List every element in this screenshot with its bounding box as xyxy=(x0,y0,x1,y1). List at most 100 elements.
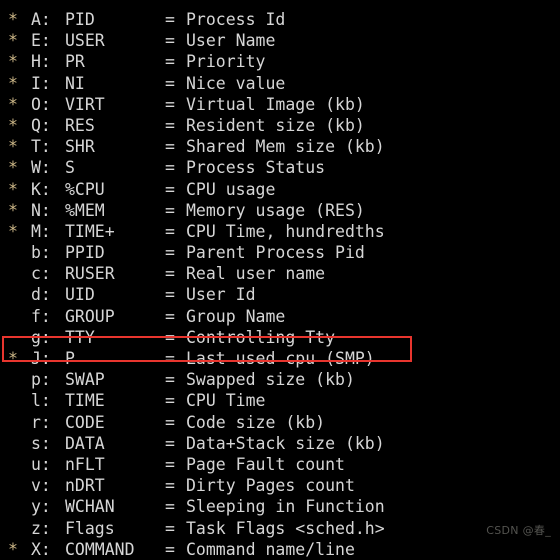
field-row[interactable]: z: Flags = Task Flags <sched.h> xyxy=(0,518,560,539)
field-name: P xyxy=(65,349,75,368)
field-description: Dirty Pages count xyxy=(186,476,355,496)
field-description: User Id xyxy=(186,285,256,305)
field-key-letter: I: xyxy=(31,73,51,93)
field-description: Parent Process Pid xyxy=(186,243,365,263)
field-key-letter: M: xyxy=(31,221,51,241)
field-selected-marker: * xyxy=(8,52,18,72)
field-row[interactable]: * K: %CPU = CPU usage xyxy=(0,179,560,200)
field-row[interactable]: y: WCHAN = Sleeping in Function xyxy=(0,496,560,517)
field-description: Resident size (kb) xyxy=(186,115,365,135)
field-row[interactable]: * Q: RES = Resident size (kb) xyxy=(0,115,560,136)
field-name: Flags xyxy=(65,518,115,538)
equals-separator: = xyxy=(165,264,175,284)
field-name: %CPU xyxy=(65,179,105,199)
field-description: Task Flags <sched.h> xyxy=(186,518,385,538)
field-description: Last used cpu (SMP) xyxy=(186,349,375,368)
field-selected-marker: * xyxy=(8,221,18,241)
field-name: NI xyxy=(65,73,85,93)
field-description: Virtual Image (kb) xyxy=(186,94,365,114)
field-row[interactable]: c: RUSER = Real user name xyxy=(0,263,560,284)
field-row[interactable]: * M: TIME+ = CPU Time, hundredths xyxy=(0,221,560,242)
equals-separator: = xyxy=(165,306,175,326)
field-description: User Name xyxy=(186,31,276,51)
field-key-letter: A: xyxy=(31,10,51,29)
field-description: Process Id xyxy=(186,10,286,29)
field-key-letter: J: xyxy=(31,349,51,368)
field-name: USER xyxy=(65,31,105,51)
field-name: RUSER xyxy=(65,264,115,284)
field-row[interactable]: * X: COMMAND = Command name/line xyxy=(0,539,560,560)
field-selected-marker: * xyxy=(8,200,18,220)
equals-separator: = xyxy=(165,10,175,29)
field-selected-marker: * xyxy=(8,115,18,135)
field-row[interactable]: * E: USER = User Name xyxy=(0,30,560,51)
field-selected-marker: * xyxy=(8,31,18,51)
field-name: DATA xyxy=(65,433,105,453)
field-key-letter: f: xyxy=(31,306,51,326)
field-name: WCHAN xyxy=(65,497,115,517)
field-description: Memory usage (RES) xyxy=(186,200,365,220)
field-description: Priority xyxy=(186,52,266,72)
equals-separator: = xyxy=(165,31,175,51)
field-description: Sleeping in Function xyxy=(186,497,385,517)
field-name: SWAP xyxy=(65,370,105,390)
field-row[interactable]: * I: NI = Nice value xyxy=(0,73,560,94)
field-name: CODE xyxy=(65,412,105,432)
csdn-watermark: CSDN @春_ xyxy=(486,524,551,537)
field-name: nFLT xyxy=(65,454,105,474)
field-row[interactable]: * O: VIRT = Virtual Image (kb) xyxy=(0,94,560,115)
field-row[interactable]: * A: PID = Process Id xyxy=(0,9,560,30)
field-key-letter: X: xyxy=(31,539,51,559)
field-description: Process Status xyxy=(186,158,326,178)
equals-separator: = xyxy=(165,327,175,347)
field-row[interactable]: * W: S = Process Status xyxy=(0,157,560,178)
field-selected-marker: * xyxy=(8,137,18,157)
field-description: Command name/line xyxy=(186,539,355,559)
field-description: Nice value xyxy=(186,73,286,93)
field-description: Shared Mem size (kb) xyxy=(186,137,385,157)
field-key-letter: Q: xyxy=(31,115,51,135)
field-name: PID xyxy=(65,10,95,29)
field-key-letter: W: xyxy=(31,158,51,178)
field-key-letter: O: xyxy=(31,94,51,114)
field-row[interactable]: v: nDRT = Dirty Pages count xyxy=(0,475,560,496)
equals-separator: = xyxy=(165,73,175,93)
field-row[interactable]: g: TTY = Controlling Tty xyxy=(0,327,560,348)
field-description: Group Name xyxy=(186,306,286,326)
equals-separator: = xyxy=(165,137,175,157)
field-key-letter: T: xyxy=(31,137,51,157)
terminal-window: * A: PID = Process Id * E: USER = User Name * H: PR =… xyxy=(0,0,560,559)
field-row[interactable]: r: CODE = Code size (kb) xyxy=(0,412,560,433)
equals-separator: = xyxy=(165,370,175,390)
field-key-letter: s: xyxy=(31,433,51,453)
field-row[interactable]: u: nFLT = Page Fault count xyxy=(0,454,560,475)
field-row[interactable]: * T: SHR = Shared Mem size (kb) xyxy=(0,136,560,157)
equals-separator: = xyxy=(165,539,175,559)
field-row[interactable]: s: DATA = Data+Stack size (kb) xyxy=(0,433,560,454)
field-selected-marker: * xyxy=(8,158,18,178)
field-row[interactable]: d: UID = User Id xyxy=(0,284,560,305)
equals-separator: = xyxy=(165,243,175,263)
field-selected-marker: * xyxy=(8,179,18,199)
field-description: Controlling Tty xyxy=(186,327,336,347)
field-row[interactable]: * J: P = Last used cpu (SMP) xyxy=(0,348,560,369)
field-description: Data+Stack size (kb) xyxy=(186,433,385,453)
equals-separator: = xyxy=(165,433,175,453)
field-key-letter: N: xyxy=(31,200,51,220)
field-key-letter: y: xyxy=(31,497,51,517)
field-name: PPID xyxy=(65,243,105,263)
field-description: Page Fault count xyxy=(186,454,345,474)
field-key-letter: K: xyxy=(31,179,51,199)
equals-separator: = xyxy=(165,52,175,72)
equals-separator: = xyxy=(165,200,175,220)
field-row[interactable]: * H: PR = Priority xyxy=(0,51,560,72)
field-key-letter: H: xyxy=(31,52,51,72)
field-selected-marker: * xyxy=(8,94,18,114)
field-row[interactable]: l: TIME = CPU Time xyxy=(0,390,560,411)
field-row[interactable]: b: PPID = Parent Process Pid xyxy=(0,242,560,263)
field-row[interactable]: f: GROUP = Group Name xyxy=(0,306,560,327)
field-row[interactable]: p: SWAP = Swapped size (kb) xyxy=(0,369,560,390)
field-name: nDRT xyxy=(65,476,105,496)
field-row[interactable]: * N: %MEM = Memory usage (RES) xyxy=(0,200,560,221)
field-name: TIME xyxy=(65,391,105,411)
